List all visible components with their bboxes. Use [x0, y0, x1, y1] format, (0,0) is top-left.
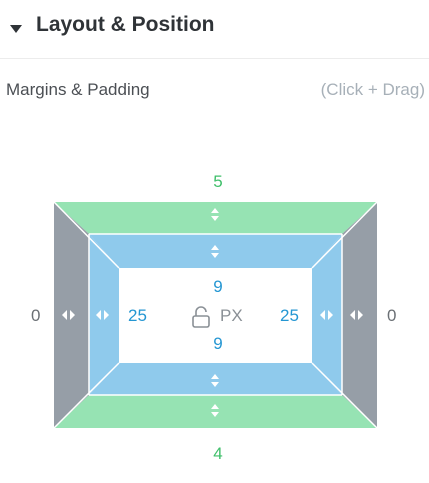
- margin-bottom-value[interactable]: 4: [213, 444, 222, 464]
- unlock-icon[interactable]: [191, 306, 211, 328]
- padding-top-handle[interactable]: [89, 234, 342, 268]
- margin-bottom-handle[interactable]: [54, 395, 377, 428]
- margin-left-value[interactable]: 0: [31, 306, 40, 326]
- margin-top-value[interactable]: 5: [213, 172, 222, 192]
- margin-right-value[interactable]: 0: [387, 306, 396, 326]
- padding-left-value[interactable]: 25: [128, 306, 147, 326]
- box-model-diagram: [53, 201, 378, 429]
- padding-bottom-value[interactable]: 9: [213, 334, 222, 354]
- unit-label[interactable]: PX: [220, 306, 243, 326]
- padding-top-value[interactable]: 9: [213, 277, 222, 297]
- padding-right-value[interactable]: 25: [280, 306, 299, 326]
